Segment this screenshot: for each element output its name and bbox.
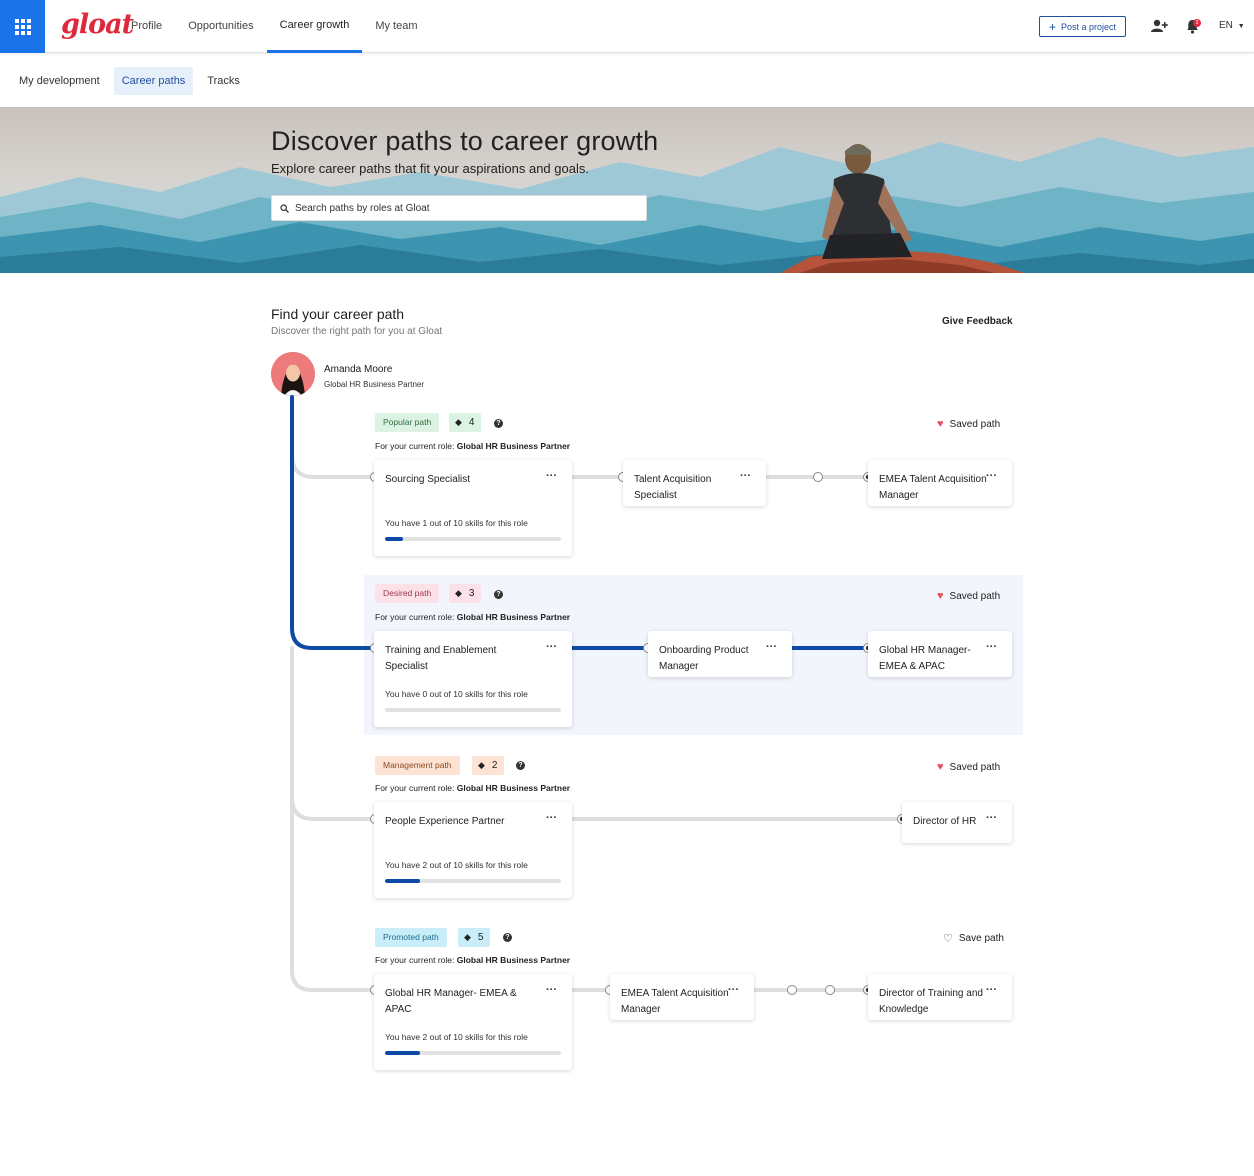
current-role-prefix: For your current role:	[375, 612, 457, 622]
desired-path-tag: Desired path	[375, 584, 440, 603]
role-title: Talent Acquisition Specialist	[634, 474, 712, 501]
current-role-value: Global HR Business Partner	[456, 783, 571, 793]
current-role-prefix: For your current role:	[375, 441, 457, 451]
current-role-value: Global HR Business Partner	[456, 441, 571, 451]
skills-summary: You have 0 out of 10 skills for this rol…	[385, 689, 528, 699]
role-card[interactable]: Global HR Manager- EMEA & APAC ··· You h…	[374, 974, 572, 1070]
skills-progress-bar	[385, 708, 561, 712]
path-length-badge: ◆ 5	[458, 928, 491, 947]
more-options-icon[interactable]: ···	[986, 984, 997, 996]
diamond-icon: ◆	[455, 588, 462, 598]
role-card[interactable]: Talent Acquisition Specialist ···	[623, 460, 766, 506]
heart-filled-icon: ♥	[937, 590, 944, 602]
diamond-icon: ◆	[464, 932, 471, 942]
role-card[interactable]: Training and Enablement Specialist ··· Y…	[374, 631, 572, 727]
saved-path-label: Saved path	[949, 590, 1001, 602]
path-length-badge: ◆ 4	[449, 413, 482, 432]
current-role-prefix: For your current role:	[375, 955, 457, 965]
current-role-line: For your current role: Global HR Busines…	[375, 612, 570, 622]
current-role-prefix: For your current role:	[375, 783, 457, 793]
saved-path-button[interactable]: ♥ Saved path	[937, 590, 1000, 602]
saved-path-button[interactable]: ♥ Saved path	[937, 418, 1000, 430]
role-title: Global HR Manager- EMEA & APAC	[879, 645, 971, 672]
more-options-icon[interactable]: ···	[546, 984, 557, 996]
diamond-icon: ◆	[478, 760, 485, 770]
path-length-count: 2	[491, 760, 498, 771]
skills-progress-bar	[385, 879, 561, 883]
skills-summary: You have 1 out of 10 skills for this rol…	[385, 518, 528, 528]
current-role-value: Global HR Business Partner	[456, 612, 571, 622]
role-title: EMEA Talent Acquisition Manager	[879, 474, 987, 501]
role-card[interactable]: EMEA Talent Acquisition Manager ···	[610, 974, 754, 1020]
role-card[interactable]: Sourcing Specialist ··· You have 1 out o…	[374, 460, 572, 556]
management-path-tag: Management path	[375, 756, 460, 775]
heart-filled-icon: ♥	[937, 418, 944, 430]
help-icon[interactable]: ?	[503, 933, 512, 942]
role-title: Global HR Manager- EMEA & APAC	[385, 988, 517, 1015]
role-title: Sourcing Specialist	[385, 474, 471, 485]
role-title: Director of HR	[913, 816, 977, 827]
role-card[interactable]: Onboarding Product Manager ···	[648, 631, 792, 677]
role-title: Training and Enablement Specialist	[385, 645, 497, 672]
role-card[interactable]: Director of Training and Knowledge ···	[868, 974, 1012, 1020]
more-options-icon[interactable]: ···	[986, 470, 997, 482]
skills-summary: You have 2 out of 10 skills for this rol…	[385, 860, 528, 870]
promoted-path-tag: Promoted path	[375, 928, 447, 947]
more-options-icon[interactable]: ···	[728, 984, 739, 996]
role-card[interactable]: Director of HR ···	[902, 802, 1012, 843]
current-role-line: For your current role: Global HR Busines…	[375, 783, 570, 793]
role-title: Director of Training and Knowledge	[879, 988, 983, 1015]
saved-path-button[interactable]: ♥ Saved path	[937, 761, 1000, 773]
path-length-badge: ◆ 2	[472, 756, 505, 775]
path-length-count: 4	[468, 417, 475, 428]
help-icon[interactable]: ?	[494, 590, 503, 599]
saved-path-label: Saved path	[949, 418, 1001, 430]
popular-path-tag: Popular path	[375, 413, 440, 432]
heart-filled-icon: ♥	[937, 761, 944, 773]
skills-progress-fill	[385, 879, 421, 883]
path-length-count: 5	[477, 932, 484, 943]
skills-summary: You have 2 out of 10 skills for this rol…	[385, 1032, 528, 1042]
skills-progress-fill	[385, 537, 403, 541]
skills-progress-fill	[385, 1051, 421, 1055]
more-options-icon[interactable]: ···	[986, 641, 997, 653]
role-card[interactable]: Global HR Manager- EMEA & APAC ···	[868, 631, 1012, 677]
heart-outline-icon: ♡	[943, 933, 953, 945]
role-title: Onboarding Product Manager	[659, 645, 749, 672]
more-options-icon[interactable]: ···	[546, 470, 557, 482]
more-options-icon[interactable]: ···	[546, 641, 557, 653]
path-length-count: 3	[468, 588, 475, 599]
saved-path-label: Saved path	[949, 761, 1001, 773]
role-title: EMEA Talent Acquisition Manager	[621, 988, 729, 1015]
role-card[interactable]: EMEA Talent Acquisition Manager ···	[868, 460, 1012, 506]
skills-progress-bar	[385, 537, 561, 541]
role-title: People Experience Partner	[385, 816, 505, 827]
more-options-icon[interactable]: ···	[546, 812, 557, 824]
skills-progress-bar	[385, 1051, 561, 1055]
current-role-line: For your current role: Global HR Busines…	[375, 441, 570, 451]
more-options-icon[interactable]: ···	[986, 812, 997, 824]
current-role-value: Global HR Business Partner	[456, 955, 571, 965]
more-options-icon[interactable]: ···	[740, 470, 751, 482]
help-icon[interactable]: ?	[516, 761, 525, 770]
save-path-button[interactable]: ♡ Save path	[943, 932, 1004, 945]
path-length-badge: ◆ 3	[449, 584, 482, 603]
help-icon[interactable]: ?	[494, 419, 503, 428]
more-options-icon[interactable]: ···	[766, 641, 777, 653]
current-role-line: For your current role: Global HR Busines…	[375, 955, 570, 965]
diamond-icon: ◆	[455, 417, 462, 427]
save-path-label: Save path	[958, 933, 1004, 944]
role-card[interactable]: People Experience Partner ··· You have 2…	[374, 802, 572, 898]
